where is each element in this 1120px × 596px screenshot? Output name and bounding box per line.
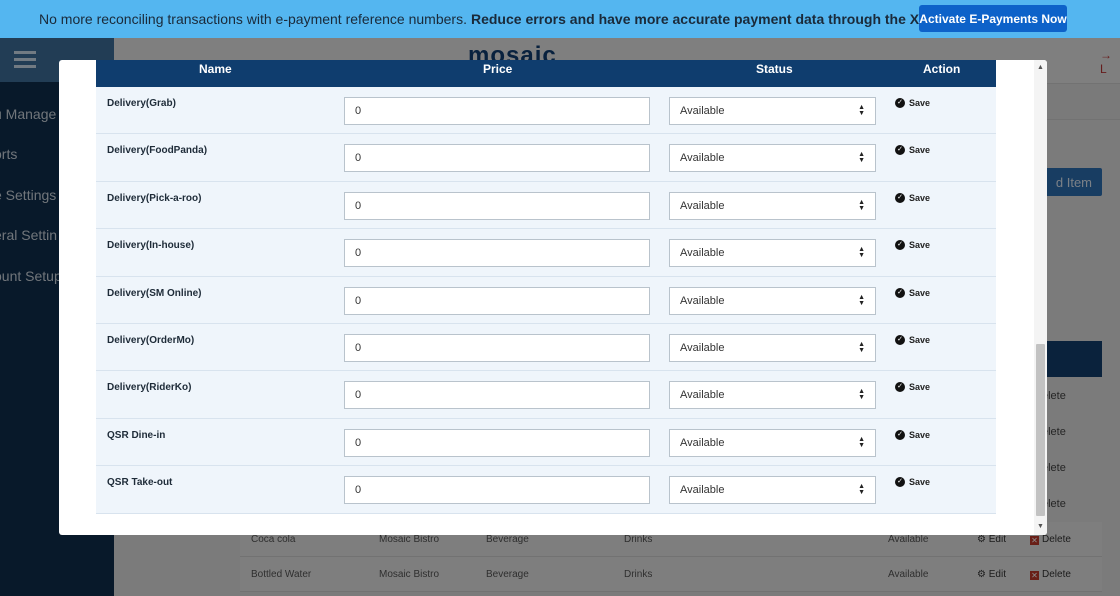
save-button[interactable]: ✓ Save — [895, 192, 931, 203]
save-label: Save — [909, 429, 931, 440]
status-select[interactable]: Available ▲ ▼ — [669, 97, 876, 125]
status-select[interactable]: Available ▲ ▼ — [669, 428, 876, 457]
epayment-banner: No more reconciling transactions with e-… — [0, 0, 1120, 38]
activate-epayments-button[interactable]: Activate E-Payments Now — [919, 5, 1067, 32]
select-arrows-icon: ▲ ▼ — [858, 198, 865, 212]
save-label: Save — [909, 287, 931, 298]
price-input[interactable] — [344, 286, 650, 315]
scroll-up-icon[interactable]: ▲ — [1037, 64, 1044, 71]
save-label: Save — [909, 98, 931, 108]
select-arrows-icon: ▲ ▼ — [858, 293, 865, 307]
select-arrows-icon: ▲ ▼ — [858, 246, 865, 260]
check-circle-icon: ✓ — [895, 98, 905, 108]
status-select[interactable]: Available ▲ ▼ — [669, 239, 876, 268]
status-select[interactable]: Available ▲ ▼ — [669, 333, 876, 362]
select-arrows-icon: ▲ ▼ — [858, 388, 865, 402]
save-button[interactable]: ✓ Save — [895, 382, 931, 393]
save-label: Save — [909, 477, 931, 488]
table-row: QSR Take-out Available ▲▼ ✓ Save — [96, 466, 996, 514]
status-select[interactable]: Available ▲ ▼ — [669, 286, 876, 315]
save-button[interactable]: ✓ Save — [895, 240, 931, 251]
check-circle-icon: ✓ — [895, 287, 905, 298]
channel-name: Delivery(Pick-a-roo) — [107, 192, 202, 204]
table-row: Delivery(Pick-a-roo) Available ▲▼ ✓ Save — [96, 181, 996, 230]
modal-table-body: Delivery(Grab) Available ▲▼ ✓ Save Deliv… — [96, 87, 996, 514]
save-button[interactable]: ✓ Save — [895, 98, 930, 108]
table-row: Delivery(OrderMo) Available ▲▼ ✓ Save — [96, 323, 996, 372]
check-circle-icon: ✓ — [895, 240, 905, 251]
status-value: Available — [680, 294, 725, 307]
channel-name: Delivery(Grab) — [107, 98, 176, 109]
status-value: Available — [680, 341, 725, 354]
price-input[interactable] — [344, 144, 650, 173]
channel-name: Delivery(In-house) — [107, 240, 195, 252]
save-button[interactable]: ✓ Save — [895, 287, 931, 298]
price-modal: Name Price Status Action Delivery(Grab) … — [59, 60, 1047, 535]
status-value: Available — [680, 105, 725, 117]
save-label: Save — [909, 192, 931, 203]
check-circle-icon: ✓ — [895, 429, 905, 440]
status-value: Available — [680, 199, 725, 212]
scroll-down-icon[interactable]: ▼ — [1037, 523, 1044, 530]
save-button[interactable]: ✓ Save — [895, 429, 931, 440]
status-value: Available — [680, 247, 725, 260]
status-value: Available — [680, 152, 725, 165]
save-button[interactable]: ✓ Save — [895, 477, 931, 488]
price-input[interactable] — [344, 239, 650, 268]
column-header-name: Name — [199, 62, 232, 76]
status-select[interactable]: Available ▲ ▼ — [669, 144, 876, 173]
table-row: Delivery(Grab) Available ▲▼ ✓ Save — [96, 87, 996, 135]
channel-name: Delivery(RiderKo) — [107, 382, 192, 394]
select-arrows-icon: ▲ ▼ — [858, 340, 865, 354]
select-arrows-icon: ▲ ▼ — [858, 151, 865, 165]
banner-text: No more reconciling transactions with e-… — [39, 11, 467, 27]
save-button[interactable]: ✓ Save — [895, 334, 931, 345]
channel-name: Delivery(SM Online) — [107, 287, 202, 299]
price-input[interactable] — [344, 428, 650, 457]
check-circle-icon: ✓ — [895, 145, 905, 156]
table-row: Delivery(FoodPanda) Available ▲▼ ✓ Save — [96, 134, 996, 182]
table-row: Delivery(RiderKo) Available ▲▼ ✓ Save — [96, 371, 996, 419]
save-label: Save — [909, 334, 931, 345]
status-value: Available — [680, 484, 725, 497]
price-input[interactable] — [344, 381, 650, 410]
modal-table-header: Name Price Status Action — [96, 60, 996, 87]
select-arrows-icon: ▲ ▼ — [858, 104, 865, 117]
channel-name: QSR Dine-in — [107, 429, 166, 441]
table-row: QSR Dine-in Available ▲▼ ✓ Save — [96, 418, 996, 467]
select-arrows-icon: ▲ ▼ — [858, 483, 865, 497]
table-row: Delivery(SM Online) Available ▲▼ ✓ Save — [96, 276, 996, 324]
channel-name: Delivery(OrderMo) — [107, 334, 195, 346]
table-row: Delivery(In-house) Available ▲▼ ✓ Save — [96, 229, 996, 277]
status-select[interactable]: Available ▲ ▼ — [669, 191, 876, 220]
column-header-price: Price — [483, 62, 513, 76]
price-input[interactable] — [344, 191, 650, 220]
check-circle-icon: ✓ — [895, 334, 905, 345]
status-value: Available — [680, 436, 725, 449]
channel-name: QSR Take-out — [107, 477, 173, 489]
select-arrows-icon: ▲ ▼ — [858, 435, 865, 449]
status-select[interactable]: Available ▲ ▼ — [669, 476, 876, 505]
scrollbar-thumb[interactable] — [1036, 344, 1045, 516]
check-circle-icon: ✓ — [895, 477, 905, 488]
status-value: Available — [680, 389, 725, 402]
channel-name: Delivery(FoodPanda) — [107, 145, 208, 157]
column-header-action: Action — [923, 62, 961, 76]
save-label: Save — [909, 240, 931, 251]
save-button[interactable]: ✓ Save — [895, 145, 931, 156]
column-header-status: Status — [756, 62, 793, 76]
save-label: Save — [909, 382, 931, 393]
price-input[interactable] — [344, 333, 650, 362]
price-input[interactable] — [344, 476, 650, 505]
check-circle-icon: ✓ — [895, 382, 905, 393]
price-input[interactable] — [344, 97, 650, 125]
status-select[interactable]: Available ▲ ▼ — [669, 381, 876, 410]
save-label: Save — [909, 145, 931, 156]
check-circle-icon: ✓ — [895, 192, 905, 203]
